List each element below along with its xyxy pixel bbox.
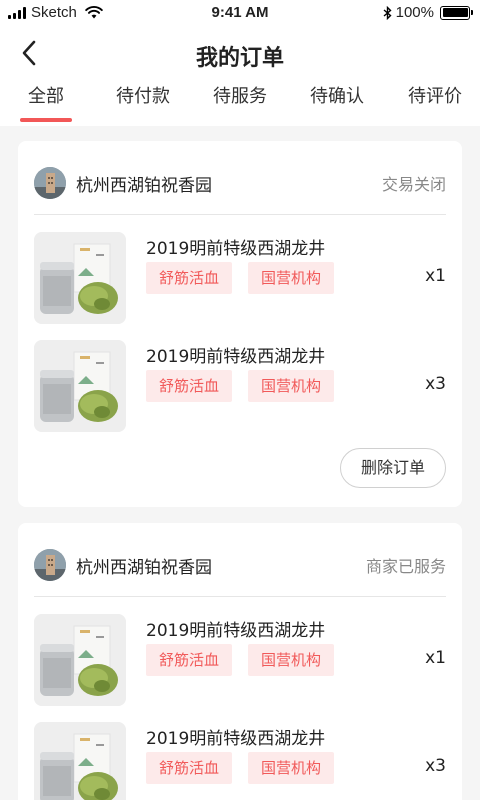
list-item[interactable]: 2019明前特级西湖龙井 舒筋活血 国营机构 x1 bbox=[34, 232, 446, 324]
tab-pending-payment[interactable]: 待付款 bbox=[98, 82, 188, 122]
product-tag: 舒筋活血 bbox=[146, 752, 233, 784]
order-status: 交易关闭 bbox=[381, 175, 446, 194]
tab-all[interactable]: 全部 bbox=[1, 82, 91, 122]
product-tag: 国营机构 bbox=[248, 752, 335, 784]
product-quantity: x3 bbox=[425, 756, 446, 776]
product-quantity: x1 bbox=[425, 648, 446, 668]
product-name: 2019明前特级西湖龙井 bbox=[146, 621, 326, 641]
bluetooth-icon bbox=[383, 5, 392, 20]
product-name: 2019明前特级西湖龙井 bbox=[146, 239, 326, 259]
product-tag: 国营机构 bbox=[248, 644, 335, 676]
list-item[interactable]: 2019明前特级西湖龙井 舒筋活血 国营机构 x3 bbox=[34, 722, 446, 800]
product-name: 2019明前特级西湖龙井 bbox=[146, 729, 326, 749]
shop-header[interactable]: 杭州西湖铂祝香园 商家已服务 bbox=[34, 545, 446, 585]
product-name: 2019明前特级西湖龙井 bbox=[146, 347, 326, 367]
shop-name: 杭州西湖铂祝香园 bbox=[76, 175, 212, 196]
product-image bbox=[34, 722, 126, 800]
product-tag: 舒筋活血 bbox=[146, 644, 233, 676]
list-item[interactable]: 2019明前特级西湖龙井 舒筋活血 国营机构 x1 bbox=[34, 614, 446, 706]
battery-icon bbox=[440, 5, 473, 20]
product-image bbox=[34, 614, 126, 706]
shop-header[interactable]: 杭州西湖铂祝香园 交易关闭 bbox=[34, 163, 446, 203]
page-title: 我的订单 bbox=[195, 46, 284, 71]
shop-avatar bbox=[34, 167, 66, 199]
list-item[interactable]: 2019明前特级西湖龙井 舒筋活血 国营机构 x3 bbox=[34, 340, 446, 432]
tab-pending-service[interactable]: 待服务 bbox=[195, 82, 285, 122]
tab-pending-confirm[interactable]: 待确认 bbox=[292, 82, 382, 122]
status-bar: Sketch 9:41 AM 100% bbox=[0, 0, 480, 28]
product-quantity: x1 bbox=[425, 266, 446, 286]
divider bbox=[34, 214, 446, 215]
status-bar-right: 100% bbox=[383, 4, 473, 21]
product-tag: 舒筋活血 bbox=[146, 370, 233, 402]
product-image bbox=[34, 340, 126, 432]
divider bbox=[34, 596, 446, 597]
product-quantity: x3 bbox=[425, 374, 446, 394]
tab-pending-review[interactable]: 待评价 bbox=[390, 82, 480, 122]
product-tag: 国营机构 bbox=[248, 262, 335, 294]
order-status: 商家已服务 bbox=[365, 557, 446, 576]
order-card[interactable]: 杭州西湖铂祝香园 商家已服务 2019明前特级西湖龙井 舒筋活血 国营机构 x1 bbox=[18, 523, 462, 800]
delete-order-button[interactable]: 删除订单 bbox=[340, 448, 446, 488]
nav-bar: 我的订单 bbox=[0, 28, 480, 78]
battery-percent: 100% bbox=[395, 4, 434, 21]
product-tag: 国营机构 bbox=[248, 370, 335, 402]
product-tag: 舒筋活血 bbox=[146, 262, 233, 294]
order-tabs: 全部 待付款 待服务 待确认 待评价 bbox=[0, 78, 480, 126]
order-card[interactable]: 杭州西湖铂祝香园 交易关闭 2019明前特级西湖龙井 舒筋活血 国营机构 x1 bbox=[18, 141, 462, 507]
shop-avatar bbox=[34, 549, 66, 581]
shop-name: 杭州西湖铂祝香园 bbox=[76, 557, 212, 578]
product-image bbox=[34, 232, 126, 324]
